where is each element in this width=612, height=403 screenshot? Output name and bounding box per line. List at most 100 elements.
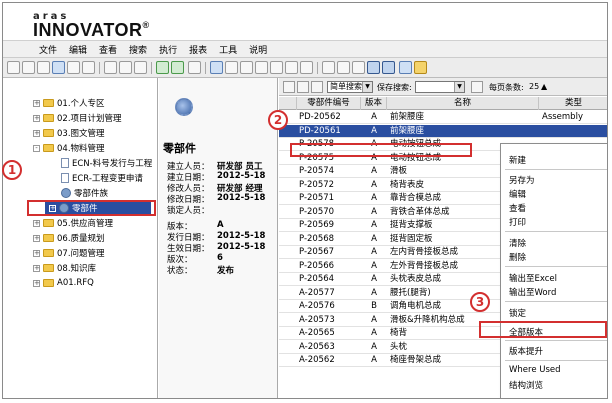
tree-item-project[interactable]: +02.项目计划管理	[33, 111, 122, 125]
menu-edit[interactable]: 编辑	[69, 43, 87, 56]
cell-revision: A	[371, 233, 377, 244]
report-icon[interactable]	[188, 61, 201, 74]
filter-icon[interactable]	[300, 61, 313, 74]
refresh-icon[interactable]	[156, 61, 169, 74]
new-document-icon[interactable]	[22, 61, 35, 74]
tree-item-part-family[interactable]: 零部件族	[61, 186, 108, 200]
copy-icon[interactable]	[104, 61, 117, 74]
saved-search-select[interactable]: ▼	[415, 81, 465, 93]
clear-search-icon[interactable]	[297, 81, 309, 93]
arrow-icon[interactable]	[322, 61, 335, 74]
menu-tools[interactable]: 工具	[219, 43, 237, 56]
cell-revision: A	[371, 260, 377, 271]
detail-title: 零部件	[163, 142, 196, 155]
menu-item-structure-browser[interactable]: 结构浏览	[509, 379, 543, 391]
menu-item-clear[interactable]: 清除	[509, 237, 526, 249]
expand-icon[interactable]: +	[33, 129, 40, 137]
menu-search[interactable]: 搜索	[129, 43, 147, 56]
menu-item-delete[interactable]: 删除	[509, 251, 526, 263]
chart-icon[interactable]	[352, 61, 365, 74]
view-icon[interactable]	[134, 61, 147, 74]
undo-icon[interactable]	[240, 61, 253, 74]
folder-icon	[43, 99, 54, 107]
callout-badge-1: 1	[2, 160, 22, 180]
delete-icon[interactable]	[82, 61, 95, 74]
menu-item-print[interactable]: 打印	[509, 216, 526, 228]
expand-icon[interactable]: +	[33, 219, 40, 227]
menu-help[interactable]: 说明	[249, 43, 267, 56]
page-size-stepper-icon[interactable]: ▲	[541, 82, 547, 91]
collapse-icon[interactable]: -	[33, 144, 40, 152]
split-view-icon[interactable]	[382, 61, 395, 74]
cell-revision: A	[371, 328, 377, 338]
menu-separator	[505, 301, 607, 302]
expand-icon[interactable]: +	[33, 99, 40, 107]
cell-revision: A	[371, 287, 377, 298]
gear-icon	[61, 188, 71, 198]
paste-icon[interactable]	[119, 61, 132, 74]
column-header-part-number[interactable]: 零部件编号	[297, 97, 361, 110]
tree-item-ecr[interactable]: ECR-工程变更申请	[61, 171, 143, 185]
highlight-box-all-revisions	[479, 321, 607, 338]
tree-item-documents[interactable]: +03.图文管理	[33, 126, 105, 140]
layout-icon[interactable]	[367, 61, 380, 74]
menu-file[interactable]: 文件	[39, 43, 57, 56]
cell-name: 前架腰座	[390, 125, 425, 136]
save-icon[interactable]	[52, 61, 65, 74]
tree-item-ecn[interactable]: ECN-料号发行与工程	[61, 156, 152, 170]
filter-icon[interactable]	[311, 81, 323, 93]
help-icon[interactable]	[399, 61, 412, 74]
expand-icon[interactable]: +	[33, 249, 40, 257]
part-gear-icon	[175, 98, 193, 116]
menu-item-where-used[interactable]: Where Used	[509, 365, 561, 375]
stop-icon[interactable]	[471, 81, 483, 93]
menu-separator	[505, 340, 607, 341]
menu-item-export-word[interactable]: 输出至Word	[509, 286, 556, 298]
print-icon[interactable]	[67, 61, 80, 74]
chevron-down-icon[interactable]: ▼	[362, 82, 372, 92]
edit-icon[interactable]	[255, 61, 268, 74]
menu-item-save-as[interactable]: 另存为	[509, 174, 535, 186]
menu-item-export-excel[interactable]: 输出至Excel	[509, 272, 557, 284]
link-icon[interactable]	[285, 61, 298, 74]
table-row[interactable]: PD-20562 A 前架腰座 Assembly	[279, 111, 607, 124]
column-header-revision[interactable]: 版本	[361, 97, 387, 110]
expand-icon[interactable]: +	[33, 234, 40, 242]
expand-icon[interactable]: +	[33, 279, 40, 287]
tree-item-knowledge[interactable]: +08.知识库	[33, 261, 96, 275]
tree-item-issues[interactable]: +07.问题管理	[33, 246, 105, 260]
expand-icon[interactable]: +	[33, 114, 40, 122]
new-icon[interactable]	[7, 61, 20, 74]
menu-item-view[interactable]: 查看	[509, 202, 526, 214]
settings-icon[interactable]	[270, 61, 283, 74]
field-label: 锁定人员：	[167, 206, 210, 216]
star-icon[interactable]	[414, 61, 427, 74]
cell-part-number: A-20565	[299, 328, 335, 338]
page-size-value[interactable]: 25	[529, 82, 539, 91]
tree-item-rfq[interactable]: + A01.RFQ	[33, 276, 94, 290]
logo-registered-mark: ®	[142, 20, 150, 30]
search-icon[interactable]	[337, 61, 350, 74]
run-search-icon[interactable]	[283, 81, 295, 93]
column-header-name[interactable]: 名称	[387, 97, 539, 110]
chevron-down-icon[interactable]: ▼	[454, 82, 464, 92]
tree-item-personal[interactable]: +01.个人专区	[33, 96, 105, 110]
search-mode-select[interactable]: 简单搜索 ▼	[327, 81, 373, 93]
menu-view[interactable]: 查看	[99, 43, 117, 56]
menu-item-new[interactable]: 新建	[509, 154, 526, 166]
tree-item-supplier[interactable]: +05.供应商管理	[33, 216, 113, 230]
menu-item-lock[interactable]: 锁定	[509, 307, 526, 319]
menu-run[interactable]: 执行	[159, 43, 177, 56]
table-row[interactable]: PD-20561 A 前架腰座	[279, 124, 607, 138]
menu-item-edit[interactable]: 编辑	[509, 188, 526, 200]
tree-item-materials[interactable]: - 04.物料管理	[33, 141, 105, 155]
column-header-type[interactable]: 类型	[539, 97, 607, 110]
tree-item-quality[interactable]: +06.质量规划	[33, 231, 105, 245]
promote-icon[interactable]	[171, 61, 184, 74]
unlock-icon[interactable]	[225, 61, 238, 74]
menu-item-revise[interactable]: 版本提升	[509, 345, 543, 357]
open-folder-icon[interactable]	[37, 61, 50, 74]
expand-icon[interactable]: +	[33, 264, 40, 272]
lock-icon[interactable]	[210, 61, 223, 74]
menu-reports[interactable]: 报表	[189, 43, 207, 56]
